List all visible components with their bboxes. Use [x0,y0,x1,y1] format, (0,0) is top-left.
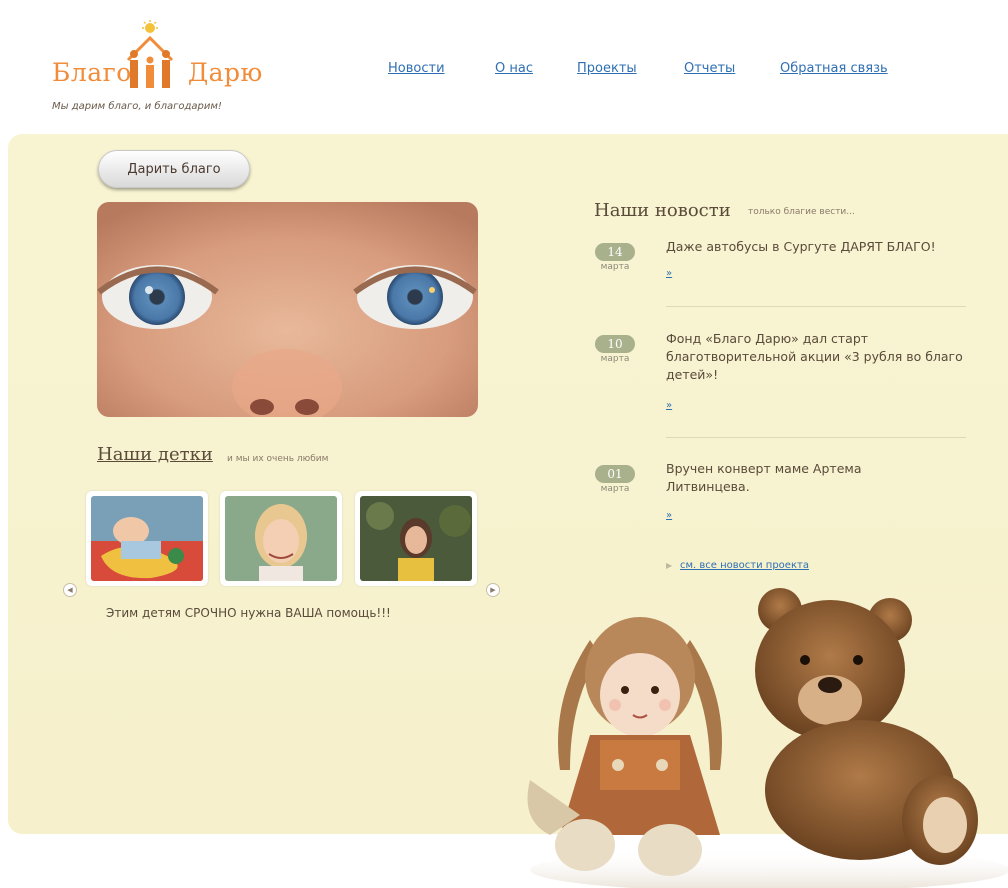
news-headline[interactable]: Даже автобусы в Сургуте ДАРЯТ БЛАГО! [666,238,966,256]
news-headline[interactable]: Вручен конверт маме Артема Литвинцева. [666,460,916,496]
kids-section-subtitle: и мы их очень любим [227,454,329,464]
news-date-month: марта [600,262,630,272]
news-divider [666,306,966,307]
carousel-prev-button[interactable]: ◀ [63,583,77,597]
nav-reports[interactable]: Отчеты [684,61,735,76]
logo-word-left: Благо [52,58,132,87]
give-good-button[interactable]: Дарить благо [98,150,250,188]
site-logo[interactable]: Благо Дарю Мы дарим благо, и благодарим! [40,10,270,112]
toys-illustration [470,580,1008,888]
all-news-link[interactable]: см. все новости проекта [680,560,809,571]
hero-eyes-image [97,202,478,417]
kid-photo-1[interactable] [86,491,208,586]
logo-word-right: Дарю [187,58,263,87]
news-section-title: Наши новости [594,200,731,221]
news-more-link[interactable]: » [666,268,672,279]
nav-projects[interactable]: Проекты [577,61,637,76]
logo-tagline: Мы дарим благо, и благодарим! [52,101,222,112]
nav-about[interactable]: О нас [495,61,533,76]
kid-photo-2[interactable] [220,491,342,586]
news-headline[interactable]: Фонд «Благо Дарю» дал старт благотворите… [666,330,966,384]
nav-news[interactable]: Новости [388,61,445,76]
news-date-day: 14 [595,243,635,261]
bullet-arrow-icon: ▶ [666,561,673,570]
news-date-day: 01 [595,465,635,483]
news-more-link[interactable]: » [666,510,672,521]
arrow-left-icon: ◀ [67,586,73,594]
kid-photo-3[interactable] [355,491,477,586]
news-date-month: марта [600,354,630,364]
news-more-link[interactable]: » [666,400,672,411]
kids-help-text: Этим детям СРОЧНО нужна ВАША помощь!!! [106,606,391,620]
kids-section-title[interactable]: Наши детки [97,444,213,465]
logo-wordmark: Благо Дарю [52,58,263,87]
news-divider [666,437,966,438]
news-date-month: марта [600,484,630,494]
news-section-subtitle: только благие вести... [748,207,855,217]
nav-feedback[interactable]: Обратная связь [780,61,888,76]
news-date-day: 10 [595,335,635,353]
